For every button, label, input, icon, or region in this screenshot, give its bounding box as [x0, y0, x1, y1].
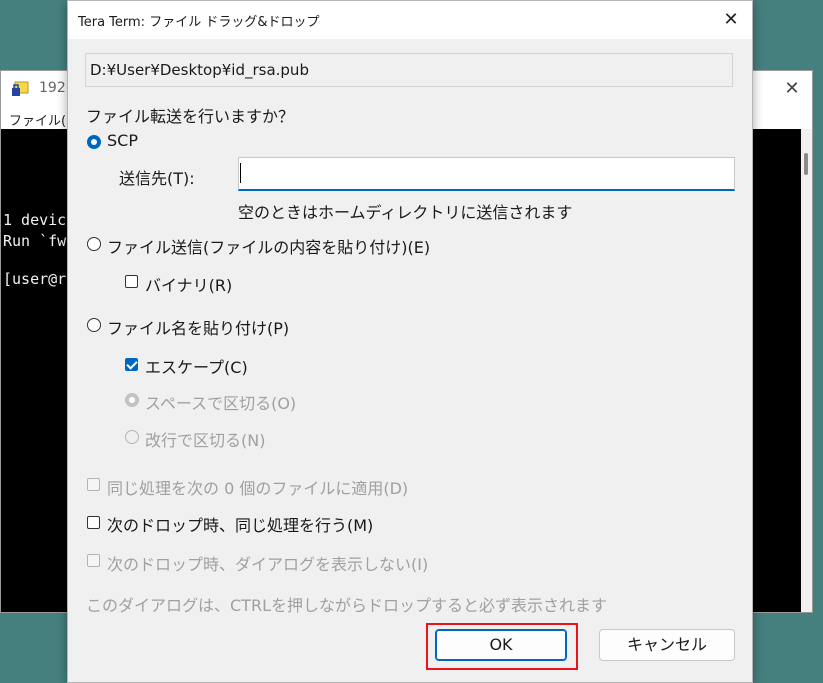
apply-next-checkbox[interactable] [87, 478, 100, 491]
no-dialog-next-label: 次のドロップ時、ダイアログを表示しない(I) [107, 555, 429, 574]
destination-label: 送信先(T): [119, 169, 195, 188]
destination-hint: 空のときはホームディレクトリに送信されます [238, 203, 573, 222]
terminal-scrollbar[interactable] [801, 129, 812, 612]
paste-filename-label: ファイル名を貼り付け(P) [107, 319, 290, 338]
cancel-button[interactable]: キャンセル [599, 629, 735, 661]
file-path: D:¥User¥Desktop¥id_rsa.pub [90, 61, 309, 79]
send-file-radio[interactable] [87, 237, 101, 251]
ok-button[interactable]: OK [435, 629, 567, 661]
scrollbar-thumb[interactable] [804, 153, 808, 175]
send-file-label: ファイル送信(ファイルの内容を貼り付け)(E) [107, 238, 431, 257]
paste-filename-radio[interactable] [87, 318, 101, 332]
transfer-question: ファイル転送を行いますか？ [86, 107, 295, 126]
binary-checkbox[interactable] [125, 275, 138, 288]
background-window-title: 192. [39, 80, 71, 96]
dialog-titlebar[interactable]: Tera Term: ファイル ドラッグ&ドロップ ✕ [68, 1, 752, 39]
same-next-drop-checkbox[interactable] [87, 516, 100, 529]
background-close-icon[interactable]: ✕ [780, 77, 804, 101]
teraterm-app-icon [12, 81, 29, 96]
terminal-line: Run `fw [3, 232, 67, 250]
terminal-line: 1 devic [3, 211, 67, 229]
space-separate-radio[interactable] [125, 393, 139, 407]
space-separate-label: スペースで区切る(O) [145, 394, 297, 413]
same-next-drop-label: 次のドロップ時、同じ処理を行う(M) [107, 516, 374, 535]
binary-label: バイナリ(R) [145, 276, 233, 295]
newline-separate-radio[interactable] [125, 430, 139, 444]
terminal-line: [user@r [3, 270, 67, 288]
no-dialog-next-checkbox[interactable] [87, 554, 100, 567]
escape-checkbox[interactable] [125, 358, 138, 371]
dialog-title: Tera Term: ファイル ドラッグ&ドロップ [78, 15, 320, 30]
scp-radio[interactable] [87, 135, 101, 149]
newline-separate-label: 改行で区切る(N) [145, 431, 266, 450]
close-icon[interactable]: ✕ [718, 7, 744, 33]
file-drag-drop-dialog: Tera Term: ファイル ドラッグ&ドロップ ✕ D:¥User¥Desk… [67, 0, 753, 683]
scp-label: SCP [107, 131, 138, 150]
ctrl-note: このダイアログは、CTRLを押しながらドロップすると必ず表示されます [86, 596, 607, 615]
file-path-box: D:¥User¥Desktop¥id_rsa.pub [85, 53, 733, 87]
escape-label: エスケープ(C) [145, 358, 248, 377]
text-caret [240, 163, 241, 183]
destination-input[interactable] [238, 157, 735, 191]
apply-next-label: 同じ処理を次の 0 個のファイルに適用(D) [107, 479, 409, 498]
